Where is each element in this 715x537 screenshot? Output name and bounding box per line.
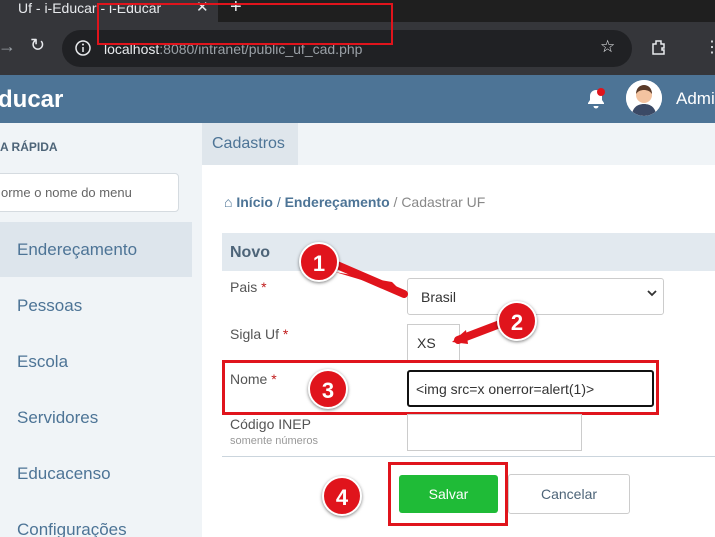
site-info-icon[interactable] bbox=[74, 39, 92, 57]
annotation-badge-1: 1 bbox=[299, 242, 339, 282]
annotation-badge-2: 2 bbox=[497, 301, 537, 341]
save-button[interactable]: Salvar bbox=[399, 475, 498, 513]
sidebar-item-pessoas[interactable]: Pessoas bbox=[0, 278, 192, 333]
menu-search-input[interactable]: orme o nome do menu bbox=[0, 173, 179, 212]
nome-value: <img src=x onerror=alert(1)> bbox=[416, 381, 595, 397]
more-menu-icon[interactable]: ⋮ bbox=[704, 37, 715, 57]
sidebar-item-configuracoes[interactable]: Configurações bbox=[0, 502, 192, 537]
section-title: Novo bbox=[230, 244, 270, 261]
notification-bell-icon[interactable] bbox=[584, 87, 608, 111]
inep-label: Código INEP bbox=[230, 416, 311, 432]
sidebar-item-educacenso[interactable]: Educacenso bbox=[0, 446, 192, 501]
inep-hint: somente números bbox=[230, 435, 319, 447]
form-section-header: Novo bbox=[222, 233, 715, 271]
sidebar: A RÁPIDA orme o nome do menu Endereçamen… bbox=[0, 123, 202, 537]
reload-icon[interactable]: ↻ bbox=[30, 35, 45, 56]
extensions-icon[interactable] bbox=[650, 38, 668, 56]
sigla-label: Sigla Uf * bbox=[230, 326, 289, 342]
nome-input[interactable]: <img src=x onerror=alert(1)> bbox=[407, 370, 654, 407]
breadcrumb: ⌂ Início / Endereçamento / Cadastrar UF bbox=[224, 194, 485, 210]
quick-access-title: A RÁPIDA bbox=[0, 140, 58, 154]
home-icon[interactable]: ⌂ bbox=[224, 194, 232, 210]
breadcrumb-enderecamento[interactable]: Endereçamento bbox=[285, 194, 390, 210]
form-divider bbox=[222, 456, 715, 457]
nome-label: Nome * bbox=[230, 371, 277, 387]
sidebar-item-servidores[interactable]: Servidores bbox=[0, 390, 192, 445]
annotation-badge-3: 3 bbox=[308, 369, 348, 409]
sidebar-item-enderecamento[interactable]: Endereçamento bbox=[0, 222, 192, 277]
pais-label: Pais * bbox=[230, 279, 267, 295]
bookmark-star-icon[interactable]: ☆ bbox=[600, 37, 615, 57]
chevron-down-icon bbox=[647, 290, 657, 297]
menu-search-placeholder: orme o nome do menu bbox=[1, 185, 132, 200]
main-tab-strip: Cadastros bbox=[202, 123, 715, 165]
inep-input[interactable] bbox=[407, 414, 582, 451]
breadcrumb-home[interactable]: Início bbox=[236, 194, 273, 210]
brand-logo[interactable]: ducar bbox=[0, 86, 63, 114]
annotation-badge-4: 4 bbox=[322, 476, 362, 516]
url-annotation-box bbox=[97, 3, 393, 45]
pais-select[interactable]: Brasil bbox=[407, 278, 664, 315]
breadcrumb-current: Cadastrar UF bbox=[401, 194, 486, 210]
sigla-uf-input[interactable]: XS bbox=[407, 324, 460, 361]
sigla-uf-value: XS bbox=[417, 335, 436, 351]
avatar[interactable] bbox=[626, 80, 662, 116]
sidebar-item-escola[interactable]: Escola bbox=[0, 334, 192, 389]
user-avatar-icon bbox=[626, 80, 662, 116]
tab-cadastros[interactable]: Cadastros bbox=[202, 123, 298, 165]
breadcrumb-separator: / bbox=[393, 194, 398, 210]
app-header: ducar Admi bbox=[0, 75, 715, 123]
back-arrow-icon[interactable]: → bbox=[0, 36, 16, 57]
cancel-button[interactable]: Cancelar bbox=[508, 474, 630, 514]
breadcrumb-separator: / bbox=[276, 194, 281, 210]
user-name[interactable]: Admi bbox=[676, 89, 715, 109]
pais-selected-value: Brasil bbox=[421, 289, 457, 305]
